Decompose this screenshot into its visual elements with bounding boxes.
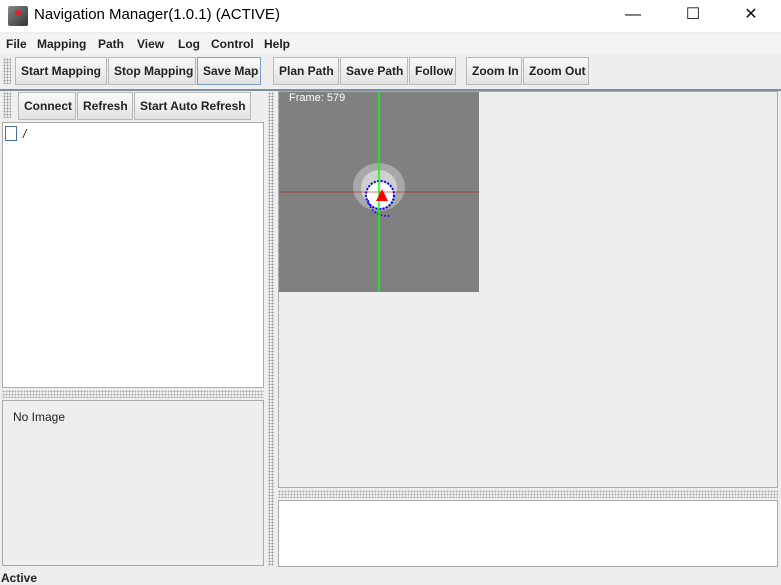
zoom-out-button[interactable]: Zoom Out [523, 57, 589, 85]
follow-button[interactable]: Follow [409, 57, 456, 85]
refresh-button[interactable]: Refresh [77, 92, 133, 120]
file-icon [5, 126, 17, 141]
map-canvas[interactable]: Frame: 579 [279, 92, 479, 292]
menu-bar: File Mapping Path View Log Control Help [0, 34, 781, 54]
log-text-area[interactable] [278, 500, 778, 567]
plan-path-button[interactable]: Plan Path [273, 57, 339, 85]
start-mapping-button[interactable]: Start Mapping [15, 57, 107, 85]
menu-file[interactable]: File [6, 37, 27, 51]
save-map-button[interactable]: Save Map [197, 57, 261, 85]
zoom-in-button[interactable]: Zoom In [466, 57, 522, 85]
menu-help[interactable]: Help [264, 37, 290, 51]
start-auto-refresh-button[interactable]: Start Auto Refresh [134, 92, 251, 120]
status-label: Active [1, 571, 38, 585]
menu-path[interactable]: Path [98, 37, 124, 51]
left-splitter[interactable] [2, 390, 264, 398]
window-title: Navigation Manager(1.0.1) (ACTIVE) [34, 6, 280, 23]
no-image-label: No Image [13, 410, 66, 424]
title-bar: Navigation Manager(1.0.1) (ACTIVE) — ☐ ✕ [0, 0, 781, 32]
vertical-splitter[interactable] [268, 92, 274, 566]
tree-root[interactable]: / [23, 127, 26, 141]
map-drawing [279, 92, 479, 292]
save-path-button[interactable]: Save Path [340, 57, 408, 85]
close-button[interactable]: ✕ [728, 0, 774, 30]
map-view[interactable]: Frame: 579 [278, 91, 778, 488]
connect-button[interactable]: Connect [18, 92, 76, 120]
stop-mapping-button[interactable]: Stop Mapping [108, 57, 196, 85]
menu-mapping[interactable]: Mapping [37, 37, 86, 51]
file-tree[interactable]: / [2, 122, 264, 388]
menu-control[interactable]: Control [211, 37, 254, 51]
menu-view[interactable]: View [137, 37, 164, 51]
left-toolbar-grip[interactable] [3, 92, 11, 118]
toolbar-grip[interactable] [3, 58, 11, 84]
menu-log[interactable]: Log [178, 37, 200, 51]
image-panel: No Image [2, 400, 264, 566]
app-icon [8, 6, 28, 26]
maximize-button[interactable]: ☐ [670, 0, 716, 30]
frame-label: Frame: 579 [289, 92, 346, 104]
minimize-button[interactable]: — [610, 0, 656, 30]
right-splitter[interactable] [278, 490, 778, 498]
